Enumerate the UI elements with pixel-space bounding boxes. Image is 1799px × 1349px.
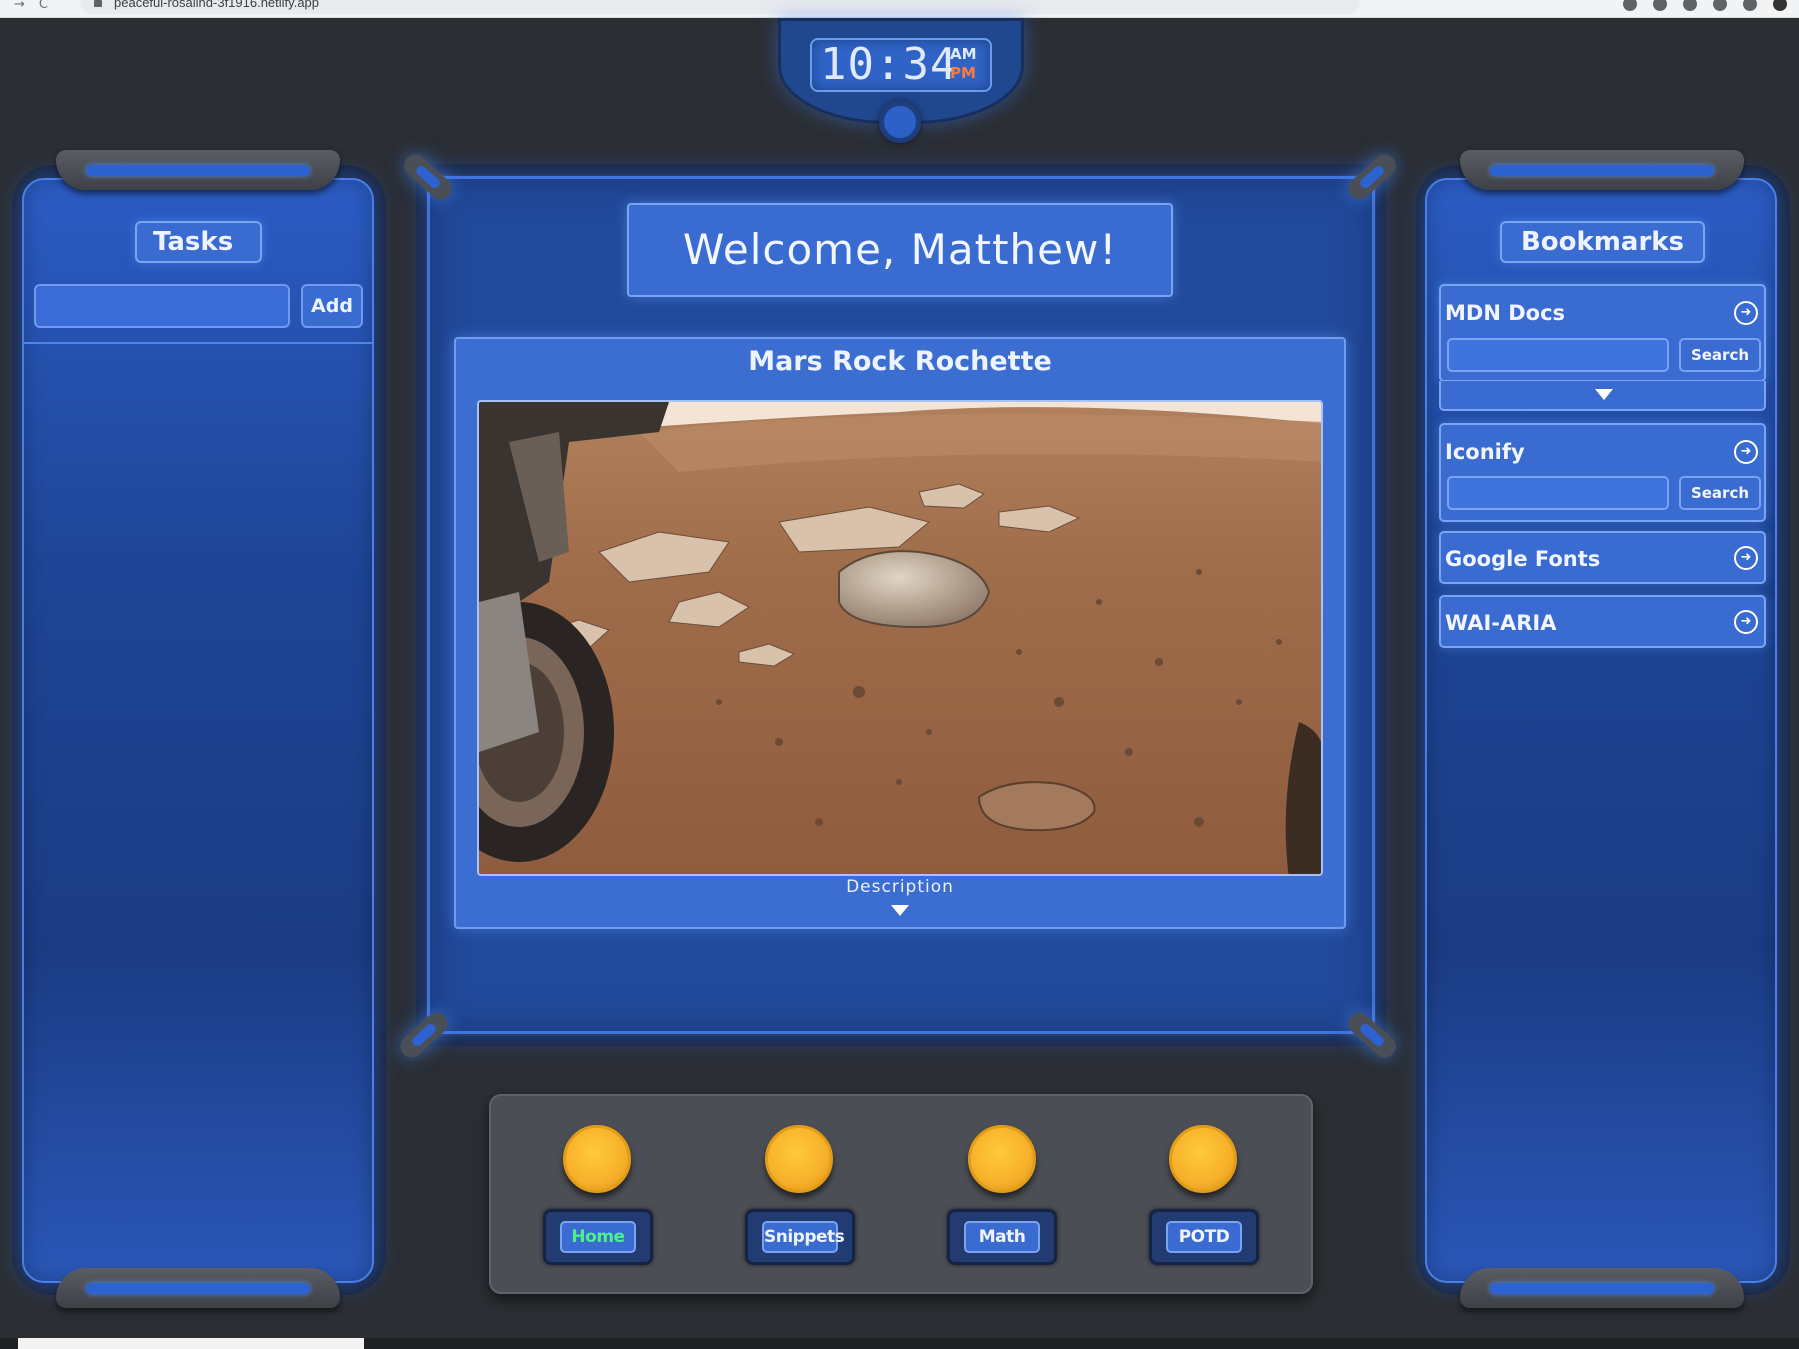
- clock-knob: [879, 101, 921, 143]
- arrow-right-circle-icon[interactable]: ➜: [1734, 546, 1758, 570]
- bookmarks-panel-top-rail: [1460, 150, 1744, 190]
- nav-math-button[interactable]: Math: [947, 1209, 1057, 1265]
- tasks-panel-top-rail: [56, 150, 340, 190]
- star-icon[interactable]: [1653, 0, 1667, 11]
- clock-pm-indicator: PM: [950, 64, 976, 82]
- bookmark-label: WAI-ARIA: [1445, 611, 1557, 635]
- nav-home-button[interactable]: Home: [543, 1209, 653, 1265]
- nav-snippets-button[interactable]: Snippets: [745, 1209, 855, 1265]
- mdn-search-button[interactable]: Search: [1679, 338, 1761, 372]
- corner-bracket: [395, 1008, 453, 1062]
- potd-title: Mars Rock Rochette: [748, 346, 1052, 377]
- welcome-message: Welcome, Matthew!: [627, 203, 1173, 297]
- add-task-button[interactable]: Add: [301, 284, 363, 328]
- potd-description-toggle[interactable]: Description: [454, 877, 1346, 897]
- nav-snippets-label: Snippets: [762, 1221, 845, 1253]
- chevron-down-icon: [1595, 389, 1613, 400]
- iconify-search-button[interactable]: Search: [1679, 476, 1761, 510]
- clock-time: 10:34: [820, 39, 958, 90]
- math-indicator-light: [968, 1125, 1036, 1193]
- extension-icon[interactable]: [1683, 0, 1697, 11]
- bookmark-wai-aria[interactable]: WAI-ARIA ➜: [1439, 595, 1766, 648]
- address-bar-url: peaceful-rosalind-3f1916.netlify.app: [114, 0, 320, 10]
- arrow-right-circle-icon[interactable]: ➜: [1734, 610, 1758, 634]
- taskbar-search-box[interactable]: [18, 1338, 364, 1349]
- tasks-title: Tasks: [135, 221, 262, 263]
- tasks-divider: [24, 342, 374, 344]
- bookmark-label: Iconify: [1445, 440, 1525, 464]
- iconify-search-input[interactable]: [1447, 476, 1669, 510]
- bookmark-iconify: Iconify ➜ Search: [1439, 423, 1766, 522]
- bookmark-google-fonts[interactable]: Google Fonts ➜: [1439, 531, 1766, 584]
- nav-home-label: Home: [560, 1221, 636, 1253]
- home-indicator-light: [563, 1125, 631, 1193]
- browser-extension-icons: [1623, 0, 1787, 11]
- mdn-expand-toggle[interactable]: [1439, 381, 1766, 411]
- clock-am-indicator: AM: [950, 45, 977, 63]
- mdn-search-input[interactable]: [1447, 338, 1669, 372]
- extension-icon[interactable]: [1623, 0, 1637, 11]
- bookmark-mdn-docs: MDN Docs ➜ Search: [1439, 284, 1766, 382]
- snippets-indicator-light: [765, 1125, 833, 1193]
- puzzle-icon[interactable]: [1743, 0, 1757, 11]
- nav-potd-button[interactable]: POTD: [1149, 1209, 1259, 1265]
- mars-surface-illustration: [479, 402, 1321, 874]
- nav-potd-label: POTD: [1166, 1221, 1242, 1253]
- bookmark-label: Google Fonts: [1445, 547, 1601, 571]
- bookmarks-title: Bookmarks: [1500, 221, 1705, 263]
- browser-nav-icons[interactable]: →C: [14, 0, 62, 11]
- potd-image[interactable]: [477, 400, 1323, 876]
- bookmark-label: MDN Docs: [1445, 301, 1566, 325]
- lock-icon: [94, 0, 102, 7]
- bookmarks-panel-bottom-rail: [1460, 1268, 1744, 1308]
- task-input[interactable]: [34, 284, 290, 328]
- chevron-down-icon[interactable]: [891, 905, 909, 916]
- arrow-right-circle-icon[interactable]: ➜: [1734, 440, 1758, 464]
- arrow-right-circle-icon[interactable]: ➜: [1734, 301, 1758, 325]
- browser-toolbar: →C peaceful-rosalind-3f1916.netlify.app: [0, 0, 1799, 18]
- potd-indicator-light: [1169, 1125, 1237, 1193]
- extension-icon[interactable]: [1713, 0, 1727, 11]
- nav-math-label: Math: [964, 1221, 1040, 1253]
- avatar[interactable]: [1773, 0, 1787, 11]
- tasks-panel-bottom-rail: [56, 1268, 340, 1308]
